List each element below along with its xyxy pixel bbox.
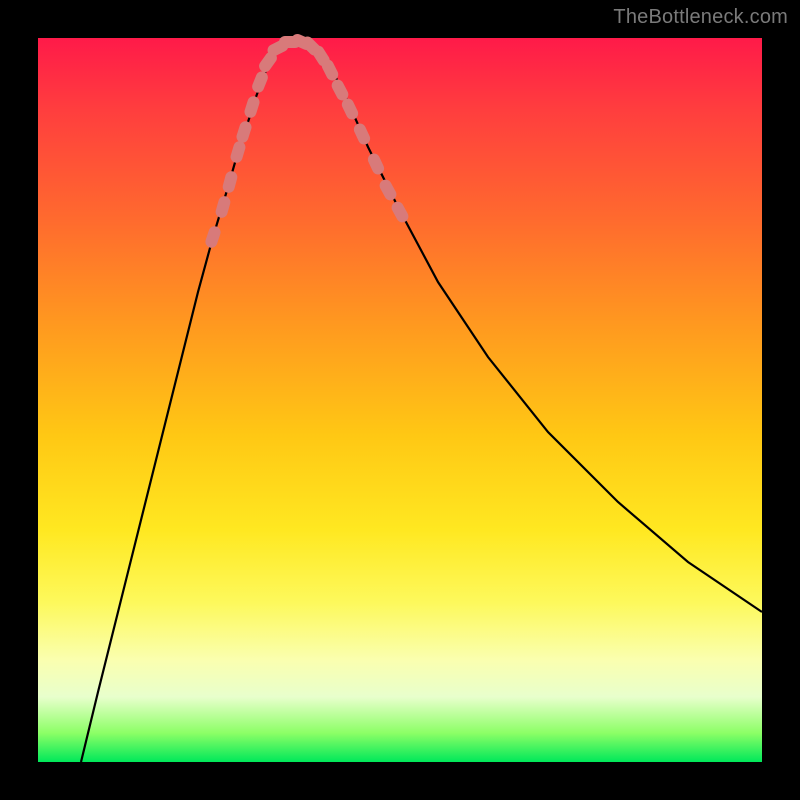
curve-svg — [38, 38, 762, 762]
watermark-text: TheBottleneck.com — [613, 6, 788, 29]
curve-marker — [214, 195, 231, 219]
curve-marker — [221, 170, 238, 194]
curve-marker — [250, 70, 269, 95]
curve-marker — [243, 95, 261, 120]
curve-marker — [389, 199, 410, 224]
curve-marker — [204, 225, 222, 250]
curve-marker — [235, 120, 253, 145]
curve-marker — [377, 177, 398, 202]
chart-frame: TheBottleneck.com — [0, 0, 800, 800]
curve-marker — [352, 121, 372, 146]
curve-marker — [366, 151, 386, 176]
curve-marker — [229, 140, 247, 165]
marker-group — [204, 32, 411, 249]
plot-area — [38, 38, 762, 762]
bottleneck-curve — [81, 40, 762, 762]
